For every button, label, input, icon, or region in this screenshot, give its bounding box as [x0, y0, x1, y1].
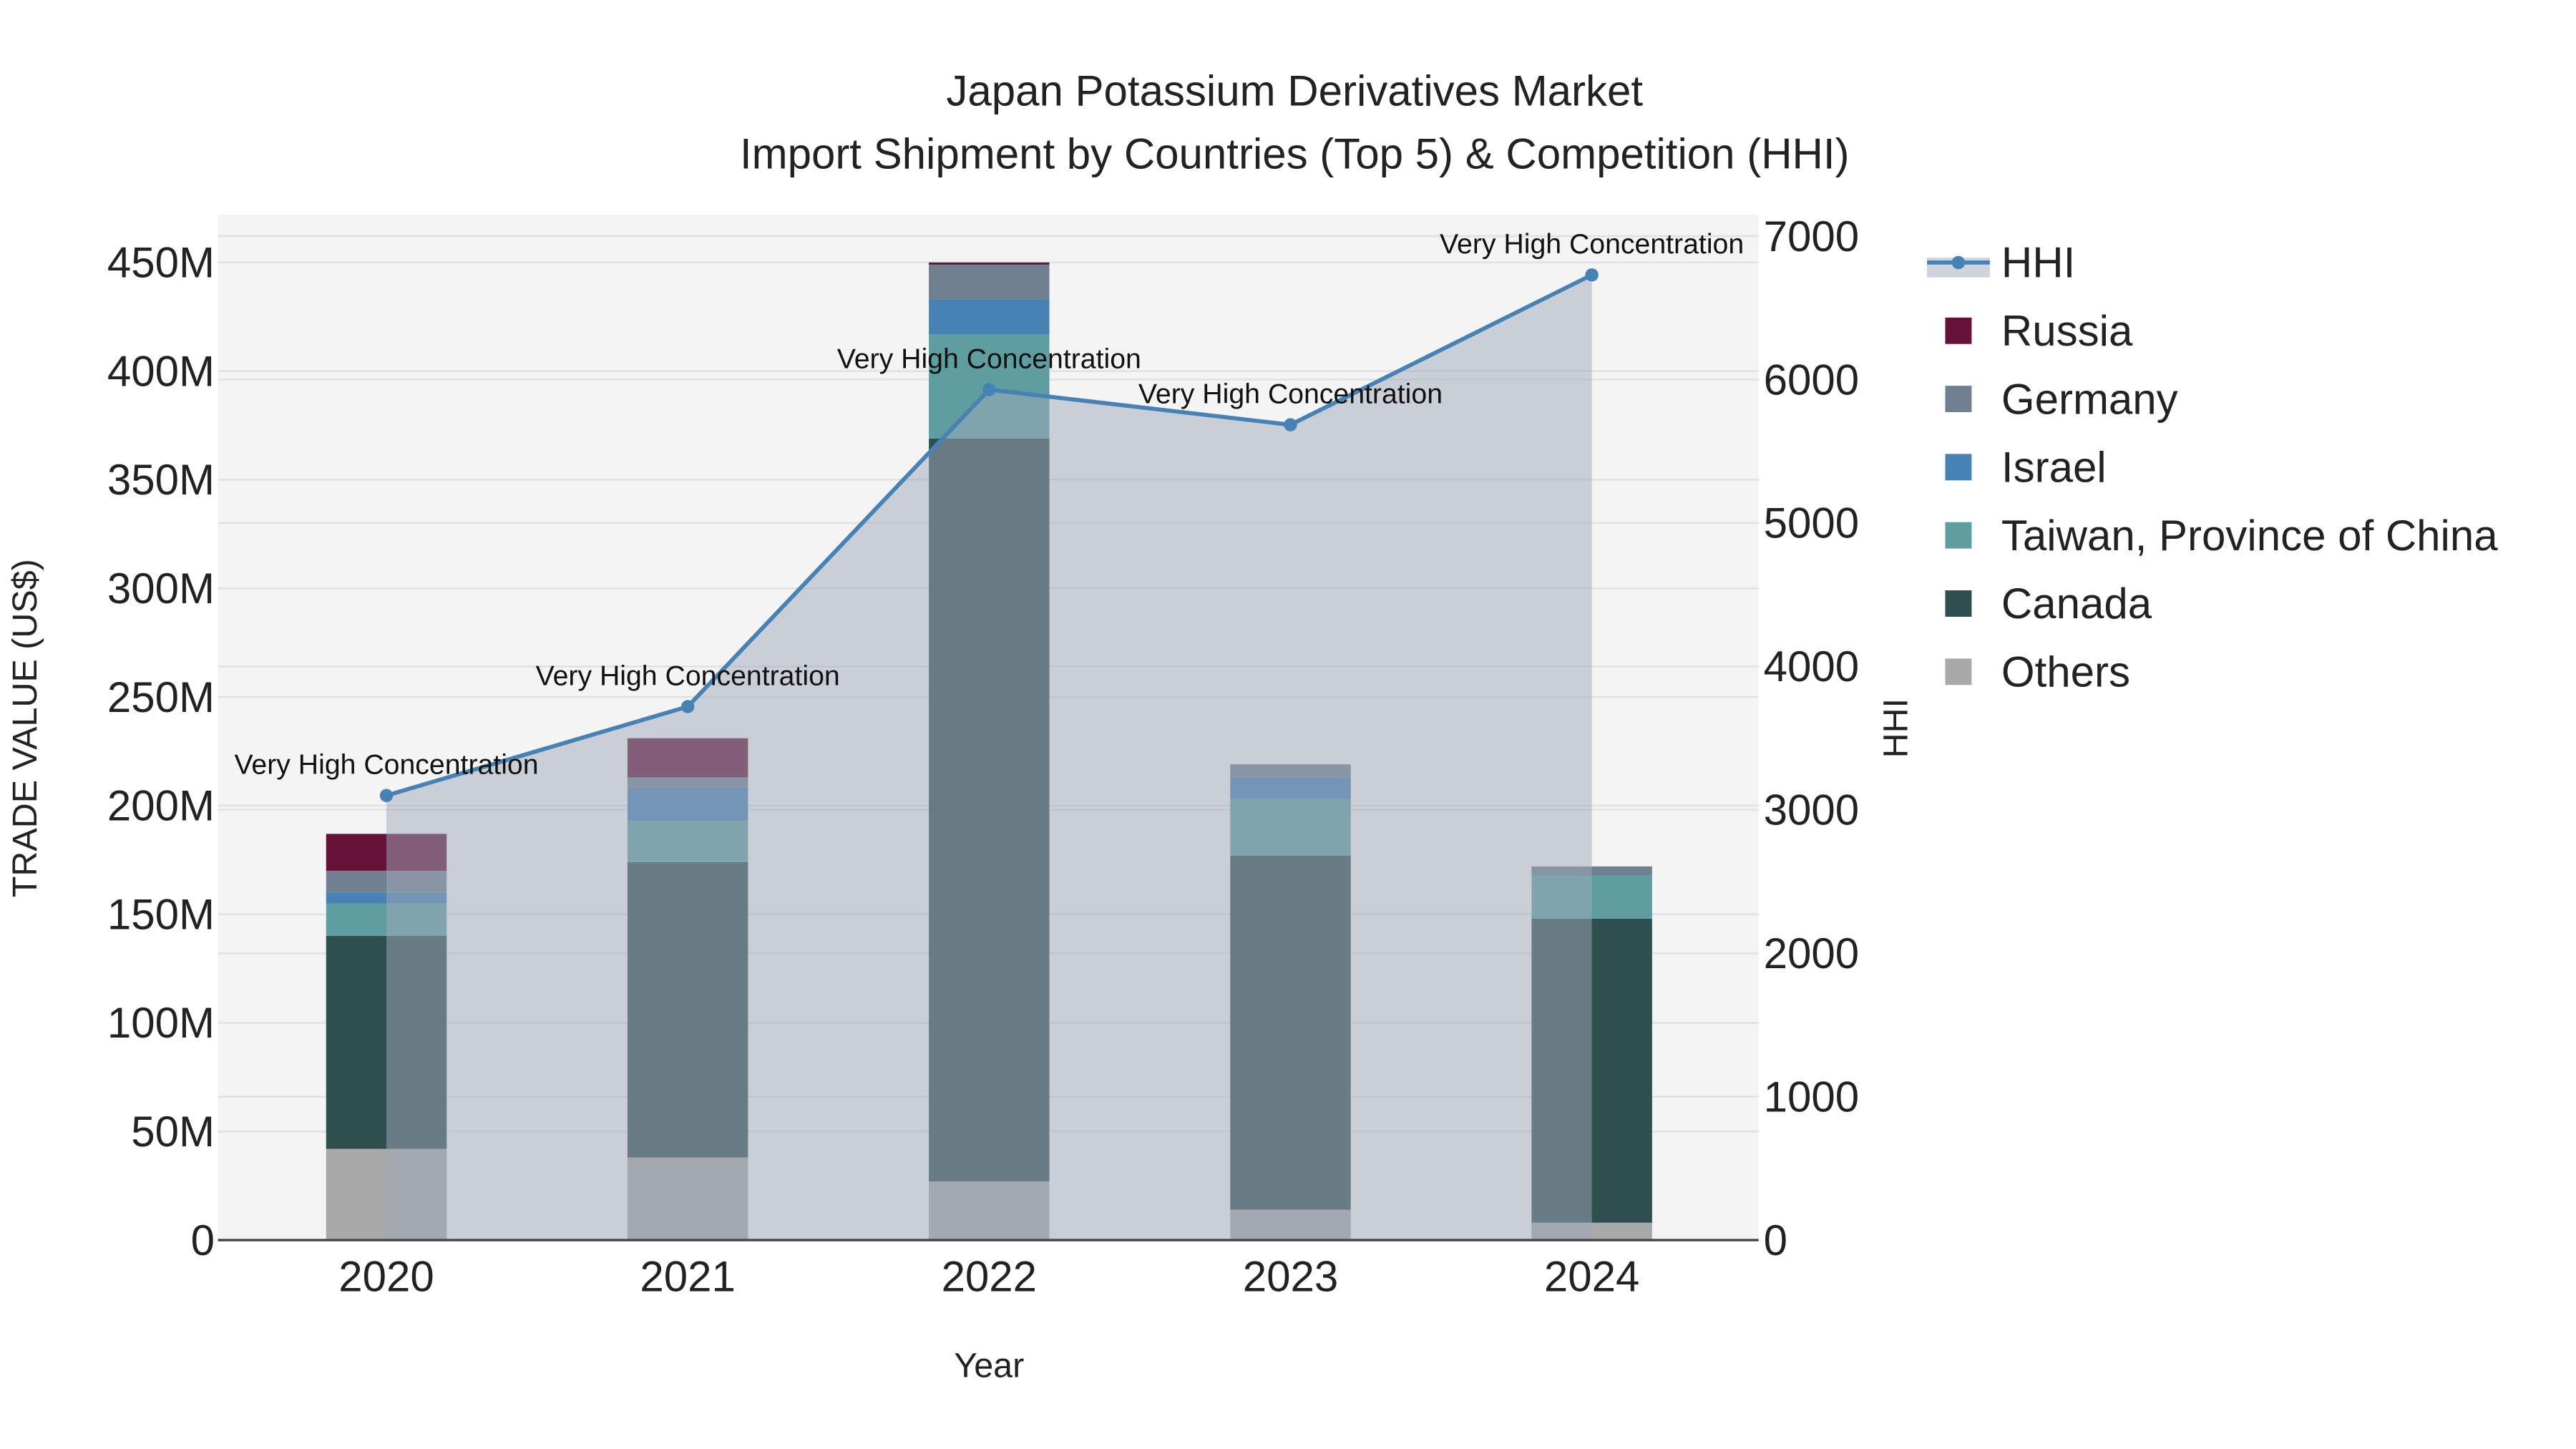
y2-tick-label: 3000 — [1764, 786, 1859, 834]
y-tick-label: 450M — [107, 239, 215, 287]
hhi-point — [1585, 268, 1599, 282]
hhi-annotation: Very High Concentration — [837, 343, 1141, 375]
hhi-point — [379, 789, 394, 802]
y-tick-label: 100M — [107, 999, 215, 1047]
y-tick-label: 350M — [107, 456, 215, 504]
legend-label: Israel — [2001, 444, 2107, 492]
y2-tick-label: 5000 — [1764, 499, 1859, 547]
y-tick-label: 300M — [107, 565, 215, 613]
hhi-annotation: Very High Concentration — [1138, 379, 1443, 410]
legend-label: Others — [2001, 648, 2130, 696]
y-tick-label: 0 — [191, 1216, 215, 1264]
hhi-point — [1284, 418, 1297, 431]
y-tick-label: 150M — [107, 890, 215, 938]
y-tick-label: 50M — [131, 1108, 215, 1156]
y2-tick-label: 2000 — [1764, 930, 1859, 977]
chart: Japan Potassium Derivatives Market Impor… — [0, 0, 2576, 1449]
legend-label: Taiwan, Province of China — [2001, 512, 2498, 560]
hhi-annotation: Very High Concentration — [1440, 228, 1744, 260]
legend-label: Germany — [2001, 375, 2178, 423]
bar-germany-2022 — [929, 264, 1050, 300]
legend-swatch — [1945, 590, 1972, 617]
x-tick-label: 2024 — [1544, 1253, 1639, 1301]
y2-tick-label: 1000 — [1764, 1073, 1859, 1121]
x-tick-label: 2023 — [1243, 1253, 1338, 1301]
hhi-point — [982, 383, 996, 396]
legend-label: HHI — [2001, 239, 2075, 287]
bar-israel-2022 — [929, 299, 1050, 334]
hhi-point — [680, 700, 695, 713]
x-tick-label: 2020 — [338, 1253, 434, 1301]
legend-item-taiwan-province-of-china: Taiwan, Province of China — [1945, 512, 2498, 560]
x-axis-label: Year — [954, 1347, 1024, 1385]
legend-swatch-hhi-point — [1951, 255, 1966, 270]
bar-russia-2022 — [929, 262, 1050, 265]
y2-tick-label: 0 — [1764, 1216, 1787, 1264]
legend-swatch — [1945, 658, 1972, 686]
chart-title: Japan Potassium Derivatives Market — [946, 67, 1643, 115]
y2-tick-label: 7000 — [1764, 213, 1859, 260]
chart-subtitle: Import Shipment by Countries (Top 5) & C… — [740, 130, 1850, 177]
y2-tick-label: 4000 — [1764, 643, 1859, 691]
y-axis-label: TRADE VALUE (US$) — [6, 559, 44, 897]
y-tick-label: 250M — [107, 673, 215, 721]
x-tick-label: 2022 — [942, 1253, 1037, 1301]
y2-axis-label: HHI — [1876, 698, 1915, 758]
hhi-annotation: Very High Concentration — [536, 660, 840, 691]
y-tick-label: 200M — [107, 782, 215, 830]
x-tick-label: 2021 — [640, 1253, 735, 1301]
legend-swatch — [1945, 317, 1972, 344]
legend-label: Canada — [2001, 580, 2152, 628]
legend-swatch — [1945, 454, 1972, 481]
hhi-annotation: Very High Concentration — [234, 749, 538, 781]
legend-swatch — [1945, 386, 1972, 412]
y2-tick-label: 6000 — [1764, 356, 1859, 404]
legend-swatch — [1945, 522, 1972, 549]
legend-label: Russia — [2001, 307, 2133, 355]
y-tick-label: 400M — [107, 347, 215, 395]
